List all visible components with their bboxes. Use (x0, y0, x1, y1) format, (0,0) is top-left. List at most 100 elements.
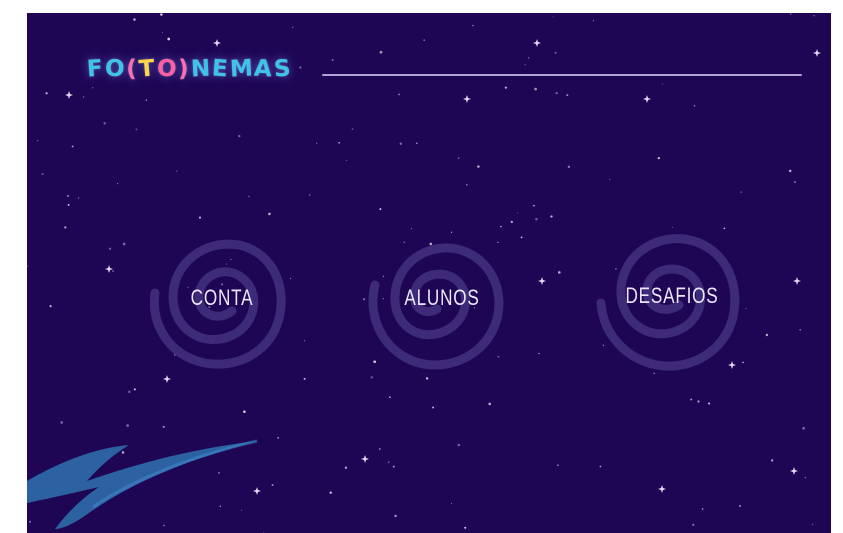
star-dot (804, 476, 807, 479)
star-dot (49, 305, 52, 308)
app-logo: F O ( T O ) N E M A S (86, 51, 294, 87)
star-dot (557, 271, 561, 274)
star-dot (394, 514, 397, 518)
star-dot (167, 37, 171, 41)
star-dot (338, 142, 340, 144)
logo-letter: ( (126, 56, 139, 82)
star-dot (538, 352, 540, 355)
sparkle-star (361, 455, 369, 463)
star-dot (552, 16, 554, 18)
sparkle-star (790, 467, 798, 475)
star-dot (457, 157, 460, 159)
star-dot (599, 465, 602, 468)
star-dot (60, 421, 64, 424)
star-dot (77, 197, 80, 199)
star-dot (133, 18, 136, 21)
star-dot (329, 491, 332, 494)
sparkle-star (643, 95, 651, 103)
star-dot (765, 333, 769, 337)
sparkle-star (105, 265, 113, 273)
star-dot (346, 160, 348, 162)
star-dot (794, 181, 796, 183)
star-dot (108, 247, 112, 250)
star-dot (524, 64, 526, 66)
star-dot (133, 388, 136, 391)
star-dot (534, 87, 537, 91)
star-dot (802, 426, 805, 430)
star-dot (697, 400, 700, 403)
star-dot (451, 502, 453, 504)
star-dot (160, 13, 163, 16)
star-dot (379, 50, 383, 54)
star-dot (504, 86, 508, 89)
star-dot (162, 31, 164, 33)
sparkle-star (813, 49, 821, 57)
menu-button-conta[interactable]: CONTA (137, 213, 307, 383)
logo-letter: N (189, 55, 213, 83)
star-dot (27, 265, 29, 268)
star-dot (299, 66, 302, 69)
star-dot (112, 270, 114, 272)
star-dot (566, 94, 569, 97)
sparkle-star (463, 95, 471, 103)
star-dot (466, 184, 468, 186)
menu-button-alunos[interactable]: ALUNOS (357, 213, 527, 383)
menu-label-conta: CONTA (190, 285, 254, 310)
star-dot (813, 15, 815, 17)
star-dot (378, 448, 381, 450)
star-dot (243, 410, 246, 413)
star-dot (83, 96, 85, 98)
star-dot (790, 13, 792, 15)
logo-letter: S (273, 55, 294, 83)
star-dot (128, 390, 131, 394)
star-dot (488, 402, 492, 406)
star-dot (788, 169, 792, 173)
star-dot (550, 215, 553, 218)
menu-button-desafios[interactable]: DESAFIOS (587, 211, 757, 381)
star-dot (739, 505, 741, 507)
star-dot (661, 83, 664, 85)
star-dot (799, 329, 801, 331)
star-dot (399, 142, 402, 145)
star-dot (432, 406, 435, 409)
star-dot (692, 523, 695, 527)
star-dot (554, 51, 557, 54)
menu-screen: F O ( T O ) N E M A S CONTA ALUNOS DESAF… (27, 13, 831, 533)
star-dot (67, 195, 69, 197)
star-dot (315, 142, 318, 145)
star-dot (238, 134, 241, 138)
sparkle-star (213, 39, 221, 47)
star-dot (176, 170, 178, 172)
star-dot (122, 242, 126, 246)
star-dot (331, 59, 334, 61)
star-dot (592, 19, 595, 22)
star-dot (379, 208, 382, 211)
star-dot (557, 464, 559, 466)
star-dot (344, 466, 348, 469)
logo-letter: E (210, 55, 231, 83)
star-dot (37, 139, 39, 142)
sparkle-star (538, 277, 546, 285)
star-dot (657, 157, 660, 160)
star-dot (771, 459, 774, 462)
star-dot (457, 443, 461, 447)
star-dot (423, 39, 425, 41)
star-dot (71, 145, 74, 148)
star-dot (277, 436, 280, 439)
star-dot (415, 142, 418, 145)
sparkle-star (793, 277, 801, 285)
star-dot (162, 425, 165, 428)
star-dot (67, 203, 70, 206)
star-dot (464, 526, 467, 529)
star-dot (392, 465, 395, 468)
star-dot (117, 183, 119, 185)
star-dot (701, 508, 704, 510)
star-dot (126, 424, 129, 427)
star-dot (309, 194, 311, 196)
sparkle-star (533, 39, 541, 47)
header-divider (322, 74, 802, 76)
star-dot (387, 461, 390, 464)
menu-label-desafios: DESAFIOS (625, 283, 719, 308)
sparkle-star (658, 485, 666, 493)
logo-letter: M (228, 55, 256, 83)
